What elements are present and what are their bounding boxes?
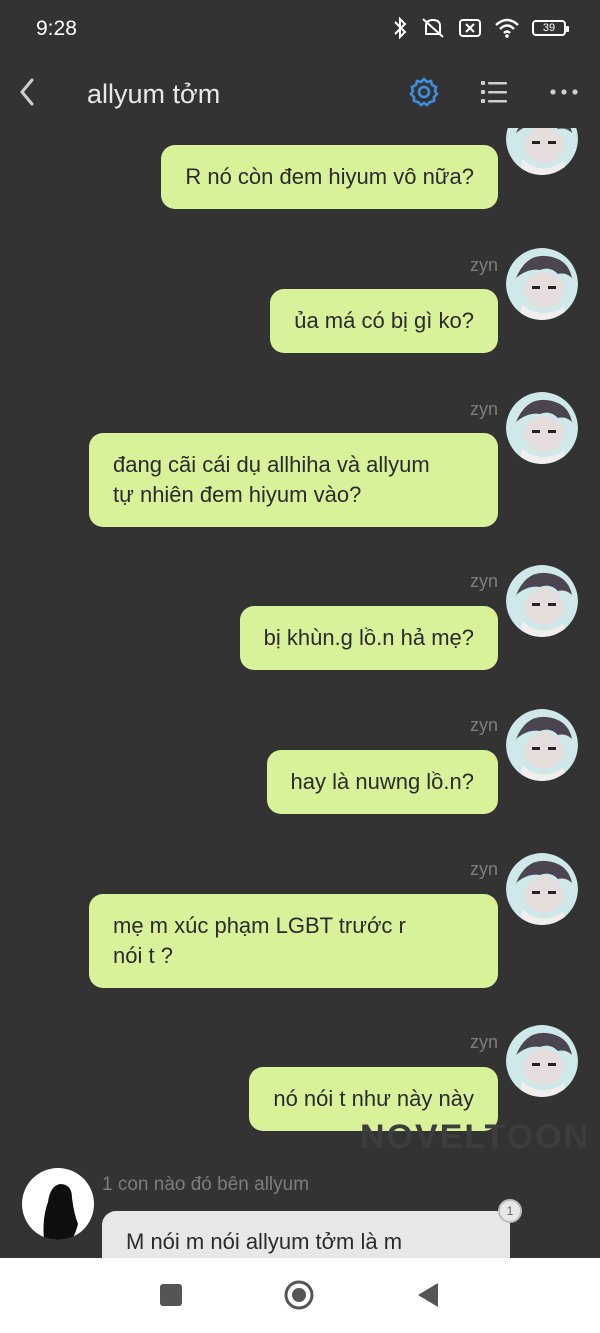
sender-name: zyn (469, 859, 498, 879)
message-bubble[interactable]: R nó còn đem hiyum vô nữa? (161, 145, 498, 209)
chat-title: allyum tởm (87, 79, 221, 109)
message-line: R nó còn đem hiyum vô nữa? (185, 164, 474, 189)
incoming-avatar[interactable] (22, 1168, 94, 1240)
status-bar: 9:28 39 (0, 0, 600, 60)
system-nav-bar (0, 1258, 600, 1333)
message-line: ủa má có bị gì ko? (294, 308, 474, 333)
incoming-message-text: M nói m nói allyum tởm là m (126, 1229, 403, 1254)
recent-apps-icon[interactable] (156, 1280, 186, 1310)
chat-header: allyum tởm (0, 60, 600, 128)
user-avatar[interactable] (506, 1025, 578, 1097)
home-button-icon[interactable] (284, 1280, 314, 1310)
user-avatar[interactable] (506, 248, 578, 320)
sim-off-icon (459, 19, 481, 37)
list-icon[interactable] (479, 78, 509, 106)
user-avatar[interactable] (506, 128, 578, 175)
sender-name: zyn (469, 715, 498, 735)
user-avatar[interactable] (506, 392, 578, 464)
incoming-message-bubble[interactable]: M nói m nói allyum tởm là m (102, 1211, 510, 1258)
vibrate-mute-icon (422, 18, 444, 38)
message-line: nói t ? (113, 943, 173, 968)
message-line: nó nói t như này này (273, 1086, 474, 1111)
message-line: mẹ m xúc phạm LGBT trước r (113, 913, 406, 938)
settings-gear-icon[interactable] (408, 76, 440, 108)
sender-name: zyn (469, 1032, 498, 1052)
message-bubble[interactable]: mẹ m xúc phạm LGBT trước r nói t ? (89, 894, 498, 988)
message-line: đang cãi cái dụ allhiha và allyum (113, 452, 430, 477)
incoming-sender-name: 1 con nào đó bên allyum (102, 1174, 310, 1195)
message-line: bị khùn.g lồ.n hả mẹ? (263, 625, 474, 650)
message-bubble[interactable]: ủa má có bị gì ko? (270, 289, 498, 353)
user-avatar[interactable] (506, 709, 578, 781)
sender-name: zyn (469, 571, 498, 591)
user-avatar[interactable] (506, 565, 578, 637)
message-bubble[interactable]: hay là nuwng lồ.n? (266, 750, 498, 814)
message-line: hay là nuwng lồ.n? (290, 769, 474, 794)
bluetooth-icon (394, 16, 407, 40)
back-arrow-icon[interactable] (14, 74, 42, 110)
sender-name: zyn (469, 255, 498, 275)
watermark-logo: NOVELTOON (360, 1118, 591, 1156)
user-avatar[interactable] (506, 853, 578, 925)
more-options-icon[interactable] (548, 82, 580, 102)
chat-messages[interactable]: R nó còn đem hiyum vô nữa? zyn ủa má có … (0, 128, 600, 1258)
message-line: tự nhiên đem hiyum vào? (113, 482, 362, 507)
sender-name: zyn (469, 399, 498, 419)
battery-indicator: 39 (532, 20, 569, 36)
wifi-icon (495, 18, 519, 38)
message-bubble[interactable]: bị khùn.g lồ.n hả mẹ? (239, 606, 498, 670)
message-bubble[interactable]: đang cãi cái dụ allhiha và allyum tự nhi… (89, 433, 498, 527)
status-icons: 39 (392, 16, 569, 40)
status-time: 9:28 (36, 17, 77, 40)
message-count-badge: 1 (498, 1199, 522, 1223)
back-button-icon[interactable] (414, 1280, 444, 1310)
